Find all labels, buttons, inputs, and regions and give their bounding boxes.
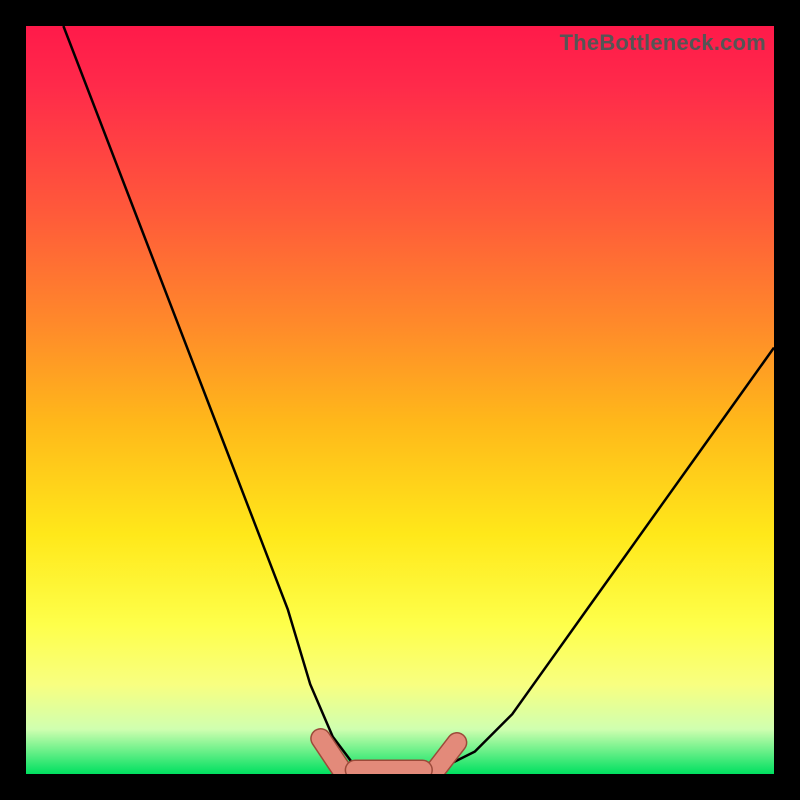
bottleneck-curve (63, 26, 774, 774)
markers-group (321, 739, 457, 770)
marker-right (437, 743, 457, 769)
plot-area: TheBottleneck.com (26, 26, 774, 774)
curve-group (63, 26, 774, 774)
chart-frame: TheBottleneck.com (0, 0, 800, 800)
chart-svg (26, 26, 774, 774)
